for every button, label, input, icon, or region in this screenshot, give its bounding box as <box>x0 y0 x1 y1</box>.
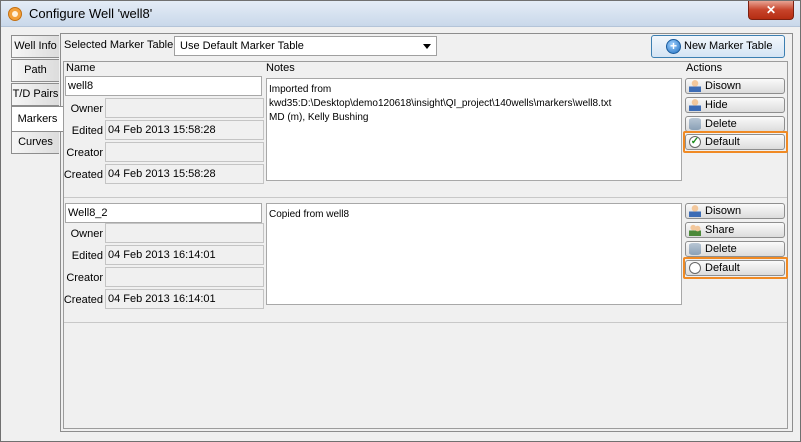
check-radio-icon: ✓ <box>689 136 701 148</box>
chevron-down-icon <box>423 44 431 49</box>
plus-circle-icon: + <box>666 39 681 54</box>
tab-markers[interactable]: Markers <box>11 106 63 132</box>
created-field: 04 Feb 2013 16:14:01 <box>105 289 264 309</box>
delete-button[interactable]: Delete <box>685 241 785 257</box>
default-label: Default <box>705 262 740 274</box>
owner-field <box>105 98 264 118</box>
default-button[interactable]: ✓ Default <box>685 134 785 150</box>
marker-table-value: Use Default Marker Table <box>180 40 304 52</box>
created-label: Created <box>63 169 103 181</box>
created-field: 04 Feb 2013 15:58:28 <box>105 164 264 184</box>
database-icon <box>689 118 701 130</box>
notes-line: kwd35:D:\Desktop\demo120618\insight\QI_p… <box>269 98 612 109</box>
delete-label: Delete <box>705 243 737 255</box>
row-divider <box>64 322 787 323</box>
notes-field[interactable]: Copied from well8 <box>266 203 682 305</box>
window-title: Configure Well 'well8' <box>29 6 153 21</box>
radio-icon <box>689 262 701 274</box>
creator-label: Creator <box>66 147 103 159</box>
marker-table-name-field[interactable]: well8 <box>65 76 262 96</box>
share-label: Share <box>705 224 735 236</box>
notes-line: Imported from <box>269 84 332 95</box>
user-icon <box>689 80 701 92</box>
owner-label: Owner <box>70 103 103 115</box>
default-label: Default <box>705 136 740 148</box>
disown-button[interactable]: Disown <box>685 78 785 94</box>
tab-well-info[interactable]: Well Info <box>11 35 59 58</box>
notes-line: Copied from well8 <box>269 209 350 220</box>
tab-td-pairs[interactable]: T/D Pairs <box>11 83 59 106</box>
close-button[interactable]: ✕ <box>748 1 794 20</box>
notes-field[interactable]: Imported from kwd35:D:\Desktop\demo12061… <box>266 78 682 181</box>
column-header-actions: Actions <box>686 62 723 74</box>
creator-field <box>105 267 264 287</box>
disown-button[interactable]: Disown <box>685 203 785 219</box>
hide-label: Hide <box>705 99 728 111</box>
disown-label: Disown <box>705 80 742 92</box>
edited-label: Edited <box>71 250 103 262</box>
marker-table-name-field[interactable]: Well8_2 <box>65 203 262 223</box>
hide-button[interactable]: Hide <box>685 97 785 113</box>
default-button[interactable]: Default <box>685 260 785 276</box>
owner-label: Owner <box>70 228 103 240</box>
users-icon <box>689 224 701 236</box>
creator-field <box>105 142 264 162</box>
app-icon <box>8 7 22 21</box>
delete-button[interactable]: Delete <box>685 116 785 132</box>
edited-field: 04 Feb 2013 16:14:01 <box>105 245 264 265</box>
tab-path[interactable]: Path <box>11 59 59 82</box>
user-icon <box>689 99 701 111</box>
column-header-name: Name <box>66 62 96 74</box>
owner-field <box>105 223 264 243</box>
column-header-notes: Notes <box>266 62 295 74</box>
new-marker-table-label: New Marker Table <box>684 40 773 52</box>
user-icon <box>689 205 701 217</box>
creator-label: Creator <box>66 272 103 284</box>
edited-label: Edited <box>71 125 103 137</box>
row-divider <box>64 197 787 198</box>
new-marker-table-button[interactable]: + New Marker Table <box>651 35 785 58</box>
marker-table-select[interactable]: Use Default Marker Table <box>174 36 437 56</box>
tab-curves[interactable]: Curves <box>11 131 59 154</box>
marker-table-label: Selected Marker Table <box>64 39 174 51</box>
disown-label: Disown <box>705 205 742 217</box>
share-button[interactable]: Share <box>685 222 785 238</box>
notes-line: MD (m), Kelly Bushing <box>269 112 369 123</box>
database-icon <box>689 243 701 255</box>
title-bar[interactable]: Configure Well 'well8' ✕ <box>1 1 800 27</box>
delete-label: Delete <box>705 118 737 130</box>
created-label: Created <box>63 294 103 306</box>
edited-field: 04 Feb 2013 15:58:28 <box>105 120 264 140</box>
